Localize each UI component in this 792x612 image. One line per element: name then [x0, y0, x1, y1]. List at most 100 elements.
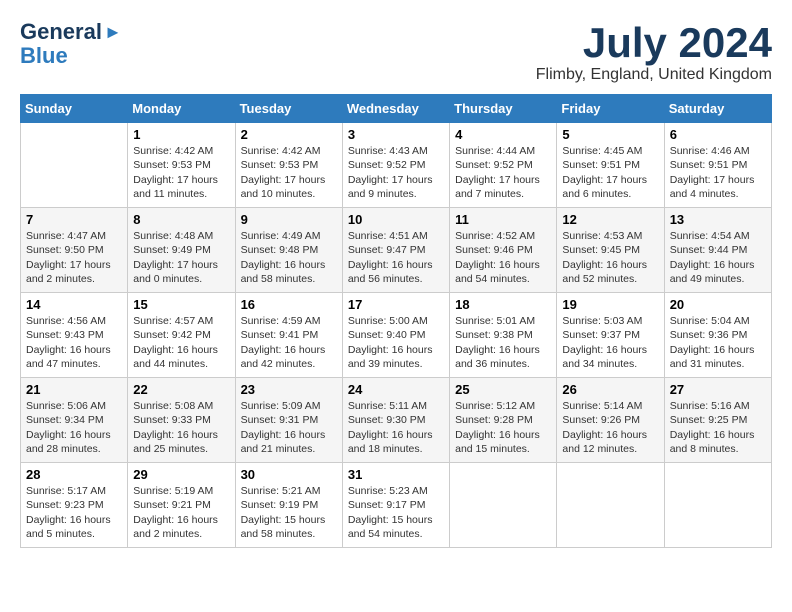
calendar-week-1: 1 Sunrise: 4:42 AM Sunset: 9:53 PM Daylig…: [21, 123, 772, 208]
day-info: Sunrise: 4:53 AM Sunset: 9:45 PM Dayligh…: [562, 229, 658, 286]
day-number: 7: [26, 212, 122, 227]
calendar-cell: 30 Sunrise: 5:21 AM Sunset: 9:19 PM Dayli…: [235, 463, 342, 548]
calendar-cell: 1 Sunrise: 4:42 AM Sunset: 9:53 PM Daylig…: [128, 123, 235, 208]
calendar-cell: 5 Sunrise: 4:45 AM Sunset: 9:51 PM Daylig…: [557, 123, 664, 208]
calendar-cell: 8 Sunrise: 4:48 AM Sunset: 9:49 PM Daylig…: [128, 208, 235, 293]
calendar-cell: 25Sunrise: 5:12 AM Sunset: 9:28 PM Dayli…: [450, 378, 557, 463]
day-info: Sunrise: 4:44 AM Sunset: 9:52 PM Dayligh…: [455, 144, 551, 201]
day-number: 13: [670, 212, 766, 227]
calendar-cell: 10 Sunrise: 4:51 AM Sunset: 9:47 PM Dayli…: [342, 208, 449, 293]
day-info: Sunrise: 4:51 AM Sunset: 9:47 PM Dayligh…: [348, 229, 444, 286]
calendar-cell: 31 Sunrise: 5:23 AM Sunset: 9:17 PM Dayli…: [342, 463, 449, 548]
calendar-cell: [664, 463, 771, 548]
day-number: 14: [26, 297, 122, 312]
day-number: 4: [455, 127, 551, 142]
calendar-cell: 12 Sunrise: 4:53 AM Sunset: 9:45 PM Dayli…: [557, 208, 664, 293]
day-number: 9: [241, 212, 337, 227]
day-info: Sunrise: 5:11 AM Sunset: 9:30 PM Dayligh…: [348, 399, 444, 456]
calendar-cell: [557, 463, 664, 548]
day-number: 22: [133, 382, 229, 397]
calendar-cell: 15 Sunrise: 4:57 AM Sunset: 9:42 PM Dayli…: [128, 293, 235, 378]
day-info: Sunrise: 5:01 AM Sunset: 9:38 PM Dayligh…: [455, 314, 551, 371]
logo-blue: Blue: [20, 44, 68, 68]
day-number: 5: [562, 127, 658, 142]
day-info: Sunrise: 5:06 AM Sunset: 9:34 PM Dayligh…: [26, 399, 122, 456]
day-number: 20: [670, 297, 766, 312]
day-info: Sunrise: 5:12 AM Sunset: 9:28 PM Dayligh…: [455, 399, 551, 456]
calendar-cell: [21, 123, 128, 208]
month-title: July 2024: [536, 20, 772, 66]
day-info: Sunrise: 5:16 AM Sunset: 9:25 PM Dayligh…: [670, 399, 766, 456]
weekday-header-saturday: Saturday: [664, 95, 771, 123]
day-number: 3: [348, 127, 444, 142]
logo: General ► Blue: [20, 20, 122, 68]
weekday-header-thursday: Thursday: [450, 95, 557, 123]
weekday-header-friday: Friday: [557, 95, 664, 123]
calendar-cell: 16Sunrise: 4:59 AM Sunset: 9:41 PM Dayli…: [235, 293, 342, 378]
day-info: Sunrise: 5:08 AM Sunset: 9:33 PM Dayligh…: [133, 399, 229, 456]
day-number: 28: [26, 467, 122, 482]
day-info: Sunrise: 4:49 AM Sunset: 9:48 PM Dayligh…: [241, 229, 337, 286]
day-number: 24: [348, 382, 444, 397]
logo-icon: ►: [104, 22, 122, 43]
day-info: Sunrise: 4:57 AM Sunset: 9:42 PM Dayligh…: [133, 314, 229, 371]
calendar-cell: 13 Sunrise: 4:54 AM Sunset: 9:44 PM Dayli…: [664, 208, 771, 293]
calendar-cell: 22 Sunrise: 5:08 AM Sunset: 9:33 PM Dayli…: [128, 378, 235, 463]
page-header: General ► Blue July 2024 Flimby, England…: [20, 20, 772, 84]
calendar-cell: 26 Sunrise: 5:14 AM Sunset: 9:26 PM Dayli…: [557, 378, 664, 463]
day-info: Sunrise: 5:19 AM Sunset: 9:21 PM Dayligh…: [133, 484, 229, 541]
day-number: 1: [133, 127, 229, 142]
day-number: 8: [133, 212, 229, 227]
weekday-header-wednesday: Wednesday: [342, 95, 449, 123]
calendar-cell: 17 Sunrise: 5:00 AM Sunset: 9:40 PM Dayli…: [342, 293, 449, 378]
weekday-header-row: SundayMondayTuesdayWednesdayThursdayFrid…: [21, 95, 772, 123]
day-info: Sunrise: 5:00 AM Sunset: 9:40 PM Dayligh…: [348, 314, 444, 371]
day-number: 27: [670, 382, 766, 397]
day-number: 15: [133, 297, 229, 312]
day-number: 12: [562, 212, 658, 227]
day-info: Sunrise: 5:03 AM Sunset: 9:37 PM Dayligh…: [562, 314, 658, 371]
calendar-week-4: 21 Sunrise: 5:06 AM Sunset: 9:34 PM Dayli…: [21, 378, 772, 463]
calendar-cell: 21 Sunrise: 5:06 AM Sunset: 9:34 PM Dayli…: [21, 378, 128, 463]
day-number: 2: [241, 127, 337, 142]
calendar-week-5: 28 Sunrise: 5:17 AM Sunset: 9:23 PM Dayli…: [21, 463, 772, 548]
day-number: 21: [26, 382, 122, 397]
calendar-cell: 19Sunrise: 5:03 AM Sunset: 9:37 PM Dayli…: [557, 293, 664, 378]
day-info: Sunrise: 4:43 AM Sunset: 9:52 PM Dayligh…: [348, 144, 444, 201]
day-number: 29: [133, 467, 229, 482]
calendar-cell: 2 Sunrise: 4:42 AM Sunset: 9:53 PM Daylig…: [235, 123, 342, 208]
day-info: Sunrise: 5:23 AM Sunset: 9:17 PM Dayligh…: [348, 484, 444, 541]
calendar-cell: 28 Sunrise: 5:17 AM Sunset: 9:23 PM Dayli…: [21, 463, 128, 548]
calendar-cell: 29 Sunrise: 5:19 AM Sunset: 9:21 PM Dayli…: [128, 463, 235, 548]
day-info: Sunrise: 4:45 AM Sunset: 9:51 PM Dayligh…: [562, 144, 658, 201]
weekday-header-sunday: Sunday: [21, 95, 128, 123]
day-info: Sunrise: 4:42 AM Sunset: 9:53 PM Dayligh…: [133, 144, 229, 201]
day-info: Sunrise: 4:54 AM Sunset: 9:44 PM Dayligh…: [670, 229, 766, 286]
day-number: 11: [455, 212, 551, 227]
calendar-cell: 6Sunrise: 4:46 AM Sunset: 9:51 PM Daylig…: [664, 123, 771, 208]
day-number: 30: [241, 467, 337, 482]
day-number: 26: [562, 382, 658, 397]
weekday-header-tuesday: Tuesday: [235, 95, 342, 123]
day-info: Sunrise: 5:21 AM Sunset: 9:19 PM Dayligh…: [241, 484, 337, 541]
calendar-cell: 20Sunrise: 5:04 AM Sunset: 9:36 PM Dayli…: [664, 293, 771, 378]
day-info: Sunrise: 4:48 AM Sunset: 9:49 PM Dayligh…: [133, 229, 229, 286]
day-info: Sunrise: 4:56 AM Sunset: 9:43 PM Dayligh…: [26, 314, 122, 371]
day-number: 6: [670, 127, 766, 142]
day-number: 16: [241, 297, 337, 312]
day-info: Sunrise: 4:42 AM Sunset: 9:53 PM Dayligh…: [241, 144, 337, 201]
day-info: Sunrise: 5:17 AM Sunset: 9:23 PM Dayligh…: [26, 484, 122, 541]
day-number: 10: [348, 212, 444, 227]
day-number: 18: [455, 297, 551, 312]
calendar-week-3: 14 Sunrise: 4:56 AM Sunset: 9:43 PM Dayli…: [21, 293, 772, 378]
title-block: July 2024 Flimby, England, United Kingdo…: [536, 20, 772, 84]
calendar-cell: [450, 463, 557, 548]
calendar-cell: 23Sunrise: 5:09 AM Sunset: 9:31 PM Dayli…: [235, 378, 342, 463]
calendar-cell: 4 Sunrise: 4:44 AM Sunset: 9:52 PM Daylig…: [450, 123, 557, 208]
day-number: 31: [348, 467, 444, 482]
calendar-cell: 7Sunrise: 4:47 AM Sunset: 9:50 PM Daylig…: [21, 208, 128, 293]
day-number: 17: [348, 297, 444, 312]
calendar-cell: 11Sunrise: 4:52 AM Sunset: 9:46 PM Dayli…: [450, 208, 557, 293]
day-info: Sunrise: 5:14 AM Sunset: 9:26 PM Dayligh…: [562, 399, 658, 456]
calendar-week-2: 7Sunrise: 4:47 AM Sunset: 9:50 PM Daylig…: [21, 208, 772, 293]
